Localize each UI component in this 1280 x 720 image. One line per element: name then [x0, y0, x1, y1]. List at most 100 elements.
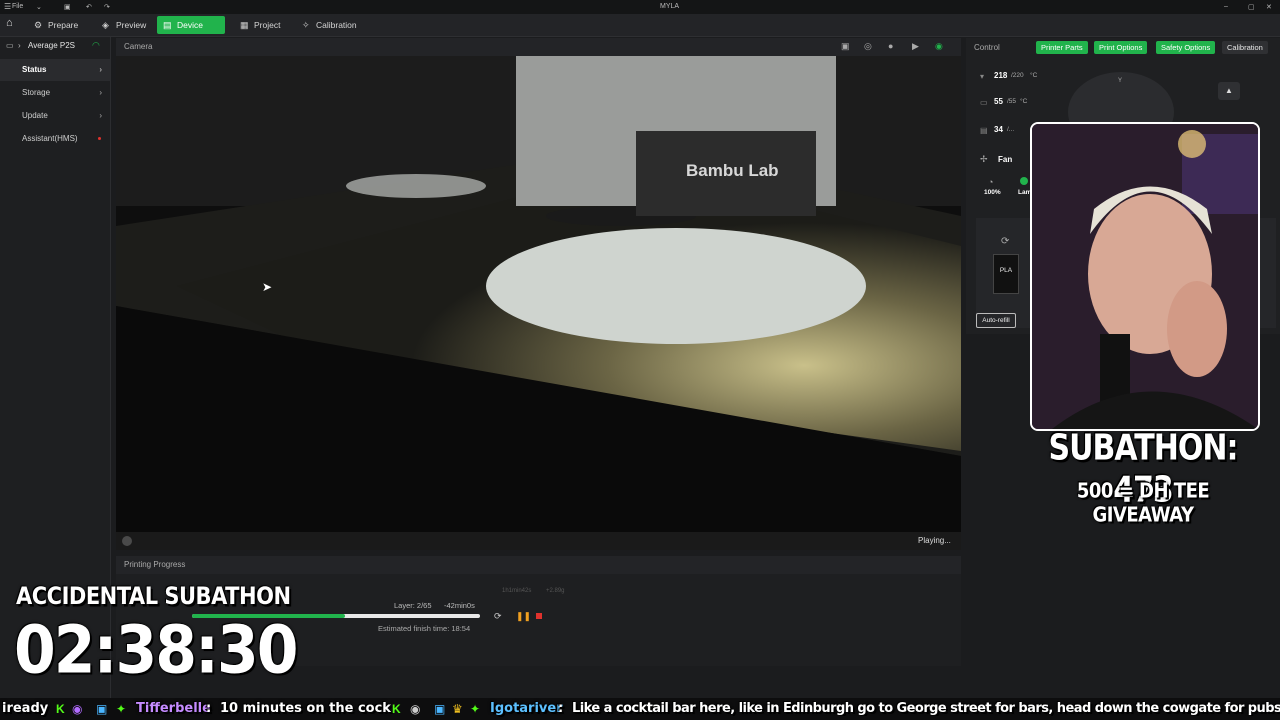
layer-text: Layer: 2/65 — [394, 601, 432, 610]
record-icon[interactable]: ● — [888, 41, 893, 51]
storage-icon[interactable]: ▣ — [841, 41, 850, 52]
tab-project[interactable]: ▦ Project — [234, 16, 288, 34]
project-icon: ▦ — [240, 20, 249, 30]
chat-colon: : — [558, 701, 564, 716]
chat-message: Like a cocktail bar here, like in Edinbu… — [572, 701, 1280, 716]
file-menu[interactable]: File — [12, 3, 23, 10]
chat-colon: : — [206, 701, 212, 716]
close-icon[interactable]: ✕ — [1266, 3, 1272, 11]
z-up-button[interactable]: ▲ — [1218, 82, 1240, 100]
chevron-down-icon[interactable]: ⌄ — [36, 3, 42, 11]
badge-icon: ◉ — [72, 702, 83, 716]
filament-slot[interactable]: PLA — [993, 254, 1019, 294]
sidebar-item-label: Status — [22, 65, 47, 74]
badge-icon: ♛ — [452, 702, 463, 716]
camera-status: Playing... — [918, 536, 951, 545]
giveaway-text: 500 = DH TEE GIVEAWAY — [1076, 478, 1210, 528]
tab-prepare[interactable]: ⚙ Prepare — [28, 16, 86, 34]
kick-icon: K — [56, 702, 65, 716]
jog-y-label: Y — [1118, 78, 1123, 84]
title-bar: ☰ File ⌄ ▣ ↶ ↷ MYLA – ▢ ✕ — [0, 0, 1280, 14]
camera-image: Bambu Lab — [116, 56, 961, 532]
maximize-icon[interactable]: ▢ — [1248, 3, 1255, 11]
home-icon[interactable]: ⌂ — [6, 17, 13, 29]
sidebar-item-label: Update — [22, 111, 48, 120]
bed-temp: 55 — [994, 97, 1003, 106]
live-status-icon[interactable]: ◉ — [935, 41, 943, 52]
nozzle-target[interactable]: /220 — [1011, 72, 1024, 79]
window-title: MYLA — [660, 3, 680, 10]
printer-icon: ▭ — [6, 41, 14, 50]
camera-footer: Playing... — [116, 532, 961, 550]
fan-icon: ✢ — [980, 154, 988, 164]
sidebar-item-update[interactable]: Update › — [0, 105, 110, 127]
menu-icon[interactable]: ☰ — [4, 2, 11, 11]
preview-icon: ◈ — [102, 20, 109, 30]
calibration-button[interactable]: Calibration — [1222, 41, 1268, 54]
print-options-button[interactable]: Print Options — [1094, 41, 1148, 54]
estimated-finish: Estimated finish time: 18:54 — [378, 624, 471, 633]
chevron-right-icon: › — [99, 88, 102, 97]
safety-options-button[interactable]: Safety Options — [1156, 41, 1216, 54]
chat-ticker: iready K ◉ ▣ ✦ Tifferbelle : 10 minutes … — [0, 698, 1280, 720]
toolhead-logo: Bambu Lab — [686, 161, 779, 180]
chevron-right-icon: › — [99, 65, 102, 74]
timer-title: ACCIDENTAL SUBATHON — [16, 582, 291, 610]
chamber-target[interactable]: /... — [1007, 126, 1014, 133]
badge-icon: ▣ — [434, 702, 446, 716]
printer-selector[interactable]: ▭ › Average P2S ◠ — [0, 37, 110, 55]
filament-weight: +2.89g — [546, 588, 565, 594]
nozzle-unit: °C — [1030, 72, 1038, 79]
speed-value[interactable]: 100% — [984, 189, 1001, 196]
camera-settings-icon[interactable] — [122, 536, 132, 546]
save-icon[interactable]: ▣ — [64, 3, 71, 11]
tab-preview[interactable]: ◈ Preview — [96, 16, 154, 34]
printer-name: Average P2S — [28, 41, 75, 50]
tab-label: Prepare — [48, 20, 79, 30]
badge-icon: ◉ — [410, 702, 421, 716]
sidebar-item-storage[interactable]: Storage › — [0, 82, 110, 104]
video-icon[interactable]: ▶ — [912, 41, 919, 52]
auto-refill-button[interactable]: Auto-refill — [976, 313, 1016, 328]
printer-parts-button[interactable]: Printer Parts — [1036, 41, 1088, 54]
nozzle-icon: ▾ — [980, 72, 985, 81]
tab-label: Calibration — [316, 20, 357, 30]
minimize-icon[interactable]: – — [1224, 3, 1228, 10]
wifi-icon: ◠ — [92, 40, 100, 50]
badge-icon: ✦ — [470, 702, 481, 716]
subathon-timer: 02:38:30 — [14, 612, 298, 689]
speed-icon: ◔ — [988, 177, 994, 187]
chat-message: 10 minutes on the cock — [220, 701, 391, 716]
webcam-overlay — [1030, 122, 1260, 431]
refresh-icon[interactable]: ⟳ — [1001, 236, 1009, 247]
bed-icon: ▭ — [980, 98, 988, 107]
kick-icon: K — [392, 702, 401, 716]
camera-title: Camera — [124, 42, 153, 51]
ticker-lead: iready — [2, 701, 49, 716]
progress-title: Printing Progress — [124, 560, 186, 569]
chat-username: Tifferbelle — [136, 701, 211, 716]
calibration-icon: ✧ — [302, 20, 310, 30]
chamber-icon: ▤ — [980, 126, 988, 135]
retry-icon[interactable]: ⟳ — [494, 611, 502, 622]
filament-type: PLA — [999, 267, 1013, 274]
lamp-icon[interactable] — [1020, 177, 1028, 185]
chat-username: Igotariver — [490, 701, 563, 716]
fan-label[interactable]: Fan — [998, 155, 1012, 164]
badge-icon: ▣ — [96, 702, 108, 716]
sidebar-item-status[interactable]: Status › — [0, 59, 110, 81]
pause-icon[interactable]: ❚❚ — [516, 611, 531, 622]
undo-icon[interactable]: ↶ — [86, 3, 92, 11]
mouse-cursor-icon: ➤ — [262, 280, 273, 294]
stop-icon[interactable] — [536, 613, 542, 619]
sidebar-item-assistant-hms[interactable]: Assistant(HMS) — [0, 128, 110, 150]
tab-label: Device — [177, 20, 203, 30]
sidebar-item-label: Storage — [22, 88, 51, 97]
tab-device[interactable]: ▤ Device — [157, 16, 225, 34]
chevron-right-icon: › — [18, 41, 21, 50]
tab-calibration[interactable]: ✧ Calibration — [296, 16, 365, 34]
bed-target[interactable]: /55 — [1007, 98, 1016, 105]
chamber-temp: 34 — [994, 125, 1003, 134]
redo-icon[interactable]: ↷ — [104, 3, 110, 11]
timelapse-icon[interactable]: ◎ — [864, 41, 872, 52]
